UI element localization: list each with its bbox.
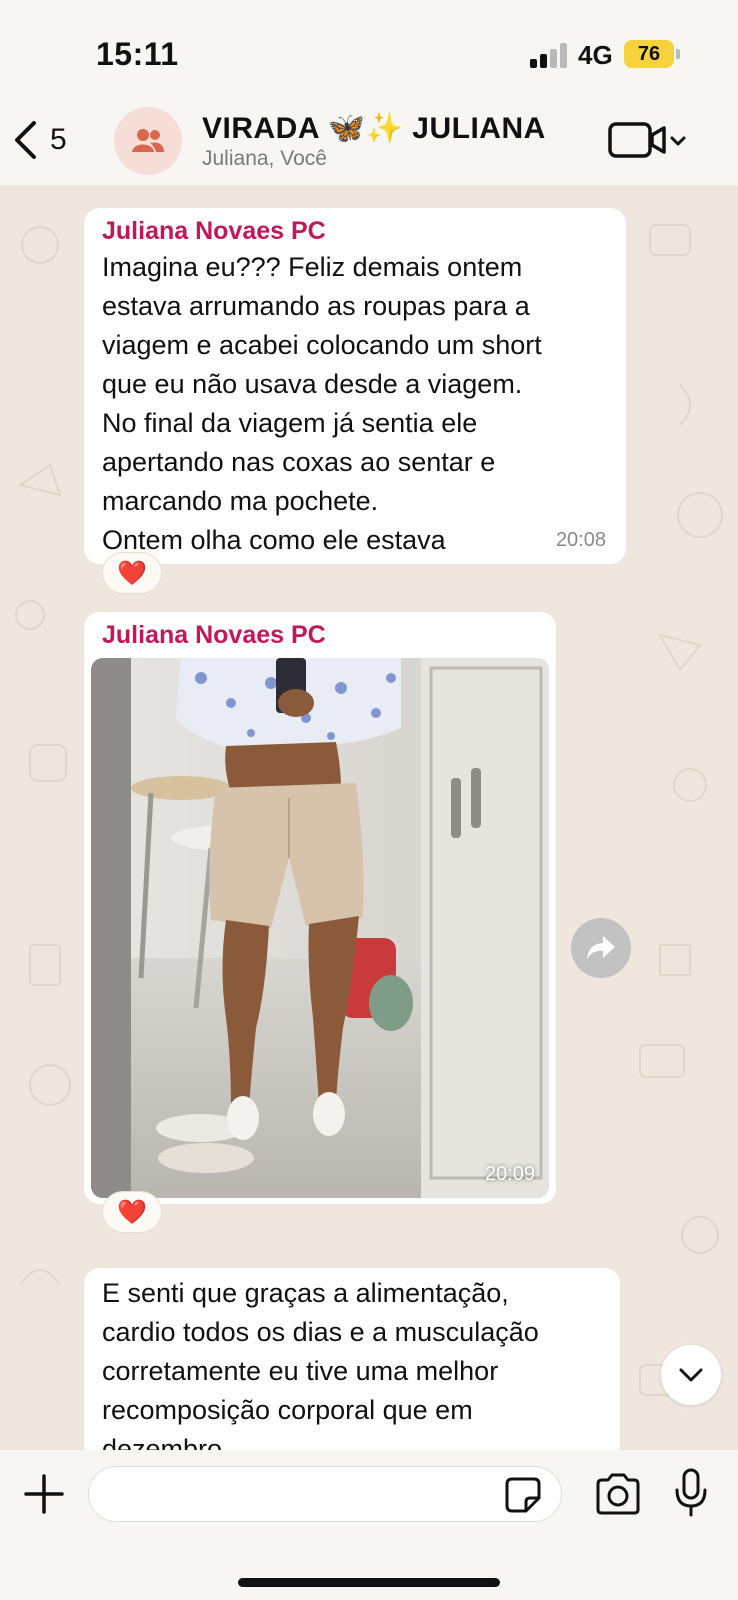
microphone-button[interactable] bbox=[674, 1468, 708, 1518]
video-camera-icon bbox=[608, 122, 686, 158]
message-sender[interactable]: Juliana Novaes PC bbox=[102, 621, 326, 650]
back-button[interactable]: 5 bbox=[12, 115, 92, 165]
chat-area[interactable]: Juliana Novaes PC Imagina eu??? Feliz de… bbox=[0, 185, 738, 1450]
message-input[interactable] bbox=[88, 1466, 562, 1522]
status-time: 15:11 bbox=[96, 36, 179, 72]
group-icon bbox=[132, 129, 164, 152]
status-bar: 15:11 4G 76 bbox=[0, 0, 738, 105]
attach-button[interactable] bbox=[22, 1472, 66, 1516]
sticker-icon bbox=[505, 1477, 541, 1513]
plus-icon bbox=[24, 1474, 64, 1514]
photo-message-bubble[interactable]: Juliana Novaes PC 20:09 bbox=[84, 612, 556, 1204]
cellular-signal-icon bbox=[530, 42, 570, 68]
microphone-icon bbox=[675, 1468, 707, 1517]
message-reaction[interactable]: ❤️ bbox=[102, 552, 162, 594]
photo-time: 20:09 bbox=[484, 1163, 535, 1185]
message-reaction[interactable]: ❤️ bbox=[102, 1191, 162, 1233]
chat-participants: Juliana, Você bbox=[202, 147, 327, 170]
forward-button[interactable] bbox=[571, 918, 631, 978]
group-avatar[interactable] bbox=[114, 107, 182, 175]
chevron-down-icon bbox=[679, 1368, 703, 1382]
message-text: Imagina eu??? Feliz demais ontem estava … bbox=[102, 252, 542, 555]
chat-header: 5 VIRADA 🦋✨ JULIANA Juliana, Você bbox=[0, 105, 738, 185]
heart-reaction-icon: ❤️ bbox=[117, 559, 147, 587]
sticker-button[interactable] bbox=[504, 1476, 542, 1514]
video-call-button[interactable] bbox=[608, 119, 688, 163]
home-indicator bbox=[238, 1578, 500, 1587]
message-bubble[interactable]: E senti que graças a alimentação, cardio… bbox=[84, 1268, 620, 1450]
camera-icon bbox=[596, 1473, 640, 1515]
message-bubble[interactable]: Juliana Novaes PC Imagina eu??? Feliz de… bbox=[84, 208, 626, 564]
heart-reaction-icon: ❤️ bbox=[117, 1198, 147, 1226]
scroll-to-bottom-button[interactable] bbox=[661, 1345, 721, 1405]
chat-title[interactable]: VIRADA 🦋✨ JULIANA bbox=[202, 111, 546, 146]
battery-tip bbox=[676, 49, 680, 59]
message-composer bbox=[0, 1450, 738, 1600]
message-text: E senti que graças a alimentação, cardio… bbox=[102, 1278, 539, 1450]
chevron-left-icon bbox=[15, 121, 36, 159]
forward-arrow-icon bbox=[587, 936, 615, 960]
network-type: 4G bbox=[578, 40, 613, 70]
camera-button[interactable] bbox=[594, 1472, 642, 1516]
message-sender[interactable]: Juliana Novaes PC bbox=[102, 217, 326, 246]
unread-count: 5 bbox=[50, 123, 67, 156]
message-time: 20:08 bbox=[555, 529, 606, 551]
message-photo[interactable]: 20:09 bbox=[91, 658, 549, 1198]
battery-level: 76 bbox=[637, 42, 661, 65]
battery-icon: 76 bbox=[624, 40, 674, 68]
photo-image bbox=[91, 658, 549, 1198]
